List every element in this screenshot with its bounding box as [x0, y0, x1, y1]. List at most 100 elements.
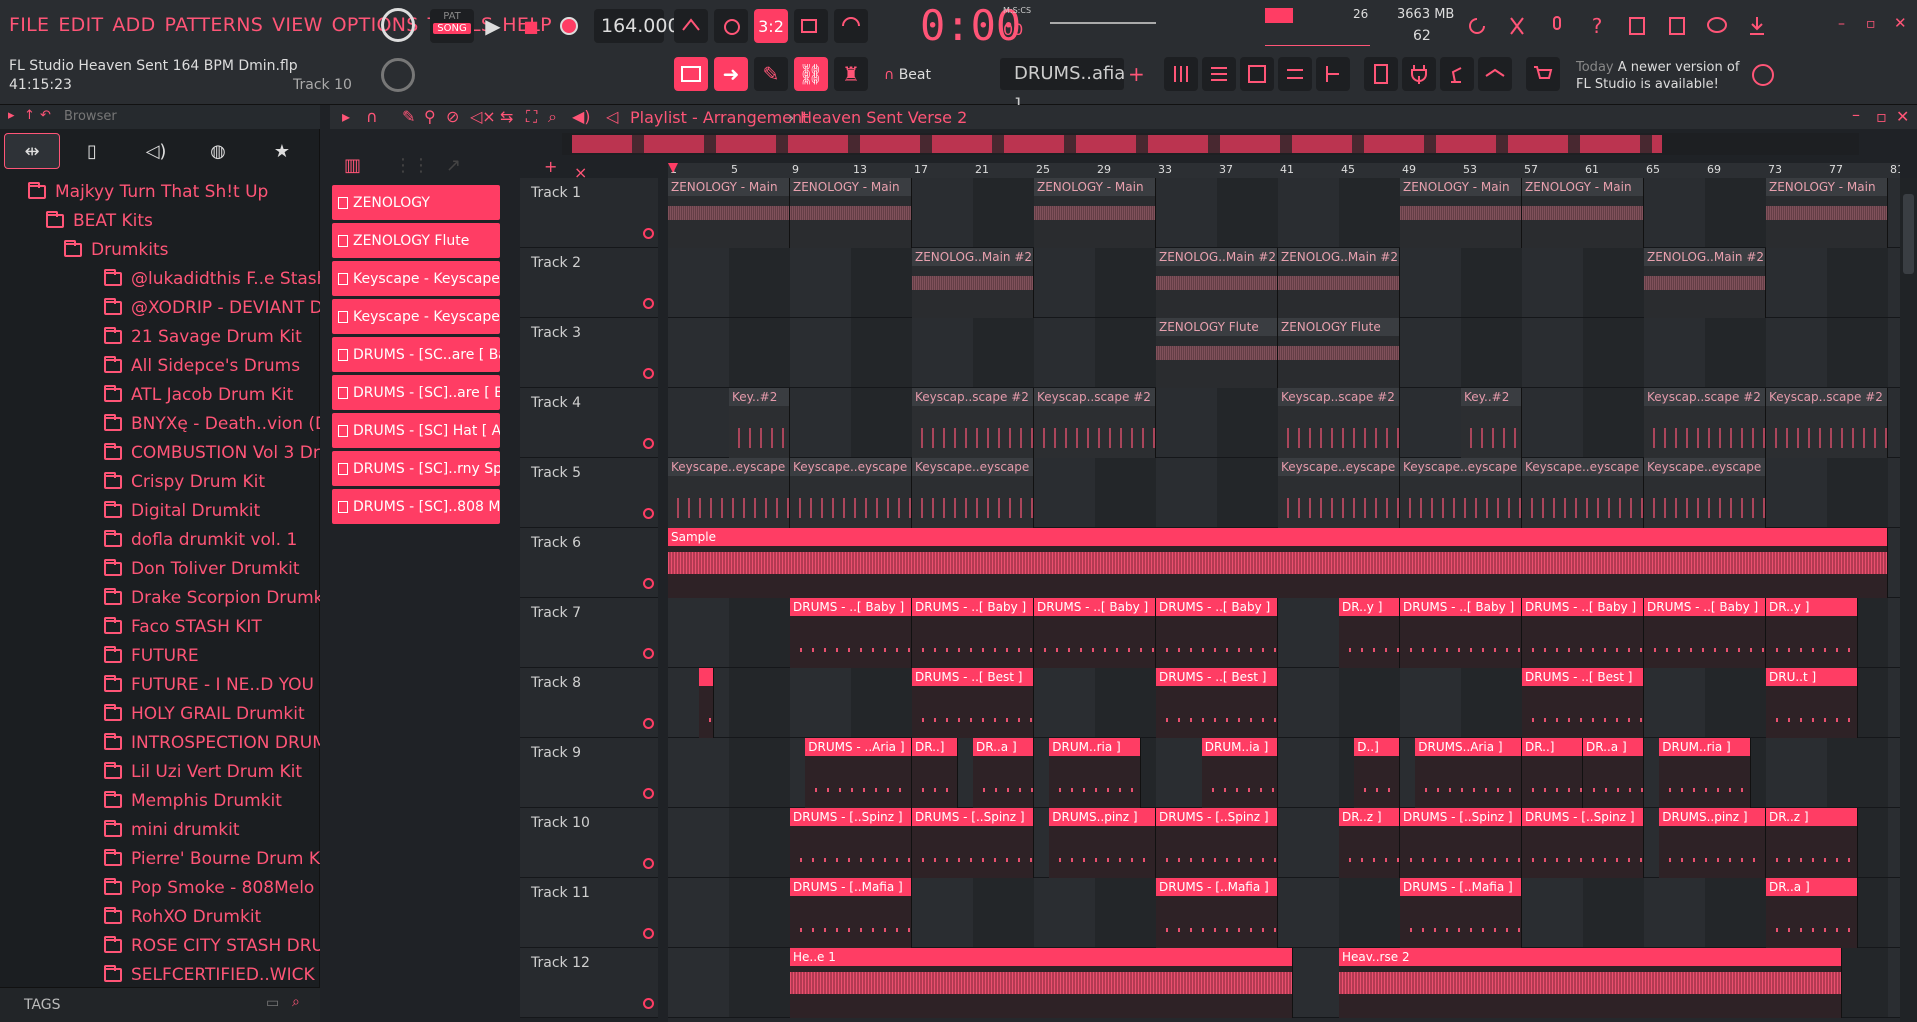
playlist-clip[interactable]: DRUMS - ..[ Baby ]: [1034, 598, 1156, 668]
playlist-clip[interactable]: DR..z ]: [1339, 808, 1400, 878]
track-mute-led[interactable]: [643, 368, 654, 379]
browser-tree-item[interactable]: COMBUSTION Vol 3 Drum Kit: [104, 438, 320, 467]
playlist-clip[interactable]: [698, 668, 714, 738]
browser-tree-item[interactable]: Digital Drumkit: [104, 496, 260, 525]
playlist-clip[interactable]: DR..a ]: [973, 738, 1034, 808]
save-button[interactable]: [1620, 9, 1654, 43]
browser-back-icon[interactable]: ↶: [40, 108, 51, 123]
record-button[interactable]: [552, 9, 586, 43]
browser-tree-item[interactable]: Don Toliver Drumkit: [104, 554, 300, 583]
browser-collapse-icon[interactable]: ▸: [8, 108, 15, 123]
browser-tree-item[interactable]: RohXO Drumkit: [104, 902, 261, 931]
playlist-clip[interactable]: ZENOLOG..Main #2: [1644, 248, 1766, 318]
playlist-button[interactable]: [674, 57, 708, 91]
browser-tree-item[interactable]: FUTURE: [104, 641, 199, 670]
playlist-clip[interactable]: ZENOLOG..Main #2: [912, 248, 1034, 318]
scrollbar-thumb[interactable]: [1903, 194, 1914, 274]
track-header[interactable]: Track 3: [520, 318, 658, 388]
playlist-minimize-button[interactable]: –: [1852, 105, 1860, 124]
chat-button[interactable]: [1700, 9, 1734, 43]
playlist-clip[interactable]: DRU..t ]: [1766, 668, 1858, 738]
playlist-clip[interactable]: Keyscape..eyscape: [1522, 458, 1644, 528]
browser-tree-item[interactable]: Drumkits: [64, 235, 169, 264]
playlist-clip[interactable]: DR..a ]: [1583, 738, 1644, 808]
menu-edit[interactable]: EDIT: [58, 14, 103, 36]
wait-for-input-button[interactable]: [714, 9, 748, 43]
picker-pattern-item[interactable]: ZENOLOGY: [332, 185, 500, 220]
shop-button[interactable]: [1526, 57, 1560, 91]
playlist-menu-arrow-icon[interactable]: ▸: [342, 107, 350, 126]
metronome-button[interactable]: [674, 9, 708, 43]
playlist-clip[interactable]: Keyscap..scape #2: [1034, 388, 1156, 458]
close-button[interactable]: ✕: [1894, 14, 1907, 32]
download-button[interactable]: [1740, 9, 1774, 43]
playlist-clip[interactable]: DR..]: [912, 738, 958, 808]
folder-icon[interactable]: ▭: [266, 995, 279, 1011]
playlist-clip[interactable]: DRUMS - ..[ Baby ]: [1522, 598, 1644, 668]
loop-record-button[interactable]: [834, 9, 868, 43]
cut-button[interactable]: [1500, 9, 1534, 43]
playlist-clip[interactable]: DRUMS - ..[ Baby ]: [1156, 598, 1278, 668]
tutorial-button[interactable]: [1478, 57, 1512, 91]
add-pattern-button[interactable]: +: [1128, 62, 1145, 86]
video-button[interactable]: [1440, 57, 1474, 91]
undo-history-button[interactable]: [1460, 9, 1494, 43]
master-volume-knob[interactable]: [381, 8, 415, 42]
select-tool-icon[interactable]: ⛶: [526, 107, 537, 127]
playlist-clip[interactable]: DRUM..ria ]: [1049, 738, 1141, 808]
minimize-button[interactable]: –: [1838, 16, 1845, 32]
playlist-clip[interactable]: DRUMS - ..[ Baby ]: [912, 598, 1034, 668]
playlist-clip[interactable]: ZENOLOGY - Main: [1766, 178, 1888, 248]
track-mute-led[interactable]: [643, 508, 654, 519]
playlist-clip[interactable]: Key..#2: [729, 388, 790, 458]
link-tool-button[interactable]: ⛓: [794, 57, 828, 91]
save-as-button[interactable]: [1660, 9, 1694, 43]
playlist-clip[interactable]: Keyscape..eyscape: [1278, 458, 1400, 528]
playlist-restore-button[interactable]: ▫: [1876, 107, 1887, 126]
track-header[interactable]: Track 8: [520, 668, 658, 738]
playlist-clip[interactable]: DRUMS - [..Spinz ]: [1522, 808, 1644, 878]
track-mute-led[interactable]: [643, 858, 654, 869]
menu-file[interactable]: FILE: [9, 14, 49, 36]
playlist-grid[interactable]: ZENOLOGY - Main ZENOLOGY - Main ZENOLOGY -…: [668, 178, 1900, 1022]
browser-tree-item[interactable]: mini drumkit: [104, 815, 240, 844]
track-mute-led[interactable]: [643, 928, 654, 939]
countdown-button[interactable]: 3:2: [754, 9, 788, 43]
mixer-button[interactable]: [1164, 57, 1198, 91]
track-header[interactable]: Track 5: [520, 458, 658, 528]
tempo-display[interactable]: 164.000: [594, 9, 680, 43]
browser-tree-item[interactable]: @lukadidthis F..e Stash Drumkit: [104, 264, 320, 293]
track-mute-led[interactable]: [643, 788, 654, 799]
playlist-clip[interactable]: D..]: [1354, 738, 1400, 808]
menu-patterns[interactable]: PATTERNS: [165, 14, 264, 36]
browser-tree-item[interactable]: SELFCERTIFIED..WICK DRUM KIT: [104, 960, 320, 987]
browser-tree-item[interactable]: INTROSPECTION DRUMKIT: [104, 728, 320, 757]
playlist-clip[interactable]: ZENOLOGY - Main: [1522, 178, 1644, 248]
track-mute-led[interactable]: [643, 998, 654, 1009]
playlist-clip[interactable]: DRUMS..Aria ]: [1415, 738, 1522, 808]
playlist-clip[interactable]: Keyscape..eyscape: [790, 458, 912, 528]
browser-tree-item[interactable]: Pop Smoke - 808Melo DrumKit: [104, 873, 320, 902]
project-picker-button[interactable]: [1364, 57, 1398, 91]
playlist-clip[interactable]: DRUM..ria ]: [1659, 738, 1751, 808]
picker-pattern-item[interactable]: ZENOLOGY Flute: [332, 223, 500, 258]
track-mute-led[interactable]: [643, 438, 654, 449]
picker-pattern-item[interactable]: Keyscape - Keyscape: [332, 261, 500, 296]
mute-tool-icon[interactable]: ◁×: [470, 107, 496, 126]
playlist-clip[interactable]: Keyscape..eyscape: [668, 458, 790, 528]
track-header[interactable]: Track 12: [520, 948, 658, 1018]
playlist-clip[interactable]: DRUMS - [..Spinz ]: [1400, 808, 1522, 878]
playlist-clip[interactable]: ZENOLOGY Flute: [1278, 318, 1400, 388]
track-header[interactable]: Track 2: [520, 248, 658, 318]
browser-tree-item[interactable]: @XODRIP - DEVIANT DRUMKIT: [104, 293, 320, 322]
playlist-clip[interactable]: DRUMS..pinz ]: [1659, 808, 1766, 878]
track-header[interactable]: Track 7: [520, 598, 658, 668]
playlist-view-button[interactable]: [1278, 57, 1312, 91]
brush-icon[interactable]: ⚲: [424, 107, 436, 126]
track-mute-led[interactable]: [643, 578, 654, 589]
browser-tree-item[interactable]: HOLY GRAIL Drumkit: [104, 699, 305, 728]
master-pitch-knob[interactable]: [381, 58, 415, 92]
track-header[interactable]: Track 10: [520, 808, 658, 878]
playlist-clip[interactable]: Keyscap..scape #2: [1766, 388, 1888, 458]
playlist-close-button[interactable]: ✕: [1896, 107, 1909, 126]
